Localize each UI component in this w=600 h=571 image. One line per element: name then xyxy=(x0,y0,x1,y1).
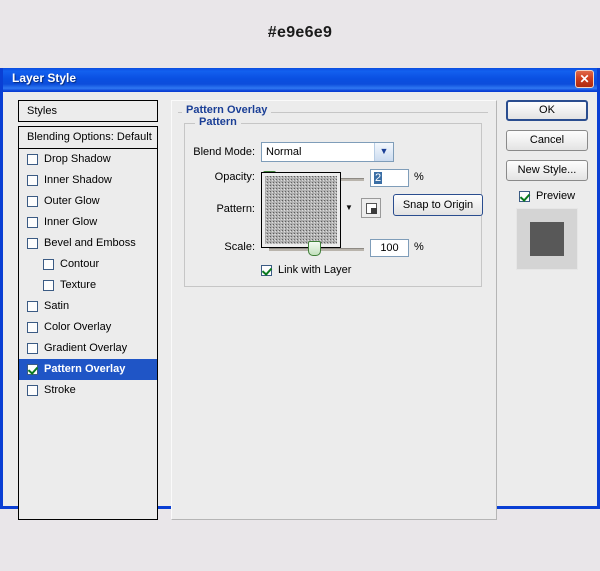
style-row[interactable]: Color Overlay xyxy=(19,317,157,338)
style-row[interactable]: Satin xyxy=(19,296,157,317)
new-style-button[interactable]: New Style... xyxy=(506,160,588,181)
style-row[interactable]: Drop Shadow xyxy=(19,149,157,170)
style-row-label: Bevel and Emboss xyxy=(44,237,136,249)
styles-panel: Styles Blending Options: Default Drop Sh… xyxy=(18,100,158,520)
style-row[interactable]: Contour xyxy=(19,254,157,275)
style-checkbox[interactable] xyxy=(27,196,38,207)
pattern-swatch[interactable] xyxy=(261,172,341,248)
chevron-down-icon[interactable]: ▼ xyxy=(374,143,393,161)
style-row[interactable]: Outer Glow xyxy=(19,191,157,212)
style-row-label: Inner Shadow xyxy=(44,174,112,186)
snap-to-origin-button[interactable]: Snap to Origin xyxy=(393,194,483,216)
link-with-layer-row[interactable]: Link with Layer xyxy=(261,264,351,276)
page-title: #e9e6e9 xyxy=(267,24,333,41)
section-title: Pattern Overlay xyxy=(182,104,272,116)
cancel-button[interactable]: Cancel xyxy=(506,130,588,151)
blend-mode-select[interactable]: Normal ▼ xyxy=(261,142,394,162)
link-with-layer-checkbox[interactable] xyxy=(261,264,272,276)
pattern-swatch-image xyxy=(265,176,337,244)
style-checkbox[interactable] xyxy=(27,175,38,186)
dialog-buttons: OK Cancel New Style... Preview xyxy=(506,100,588,270)
style-checkbox[interactable] xyxy=(27,385,38,396)
styles-header: Styles xyxy=(18,100,158,122)
style-checkbox[interactable] xyxy=(27,154,38,165)
style-row-label: Drop Shadow xyxy=(44,153,111,165)
style-rows-container: Drop Shadow Inner Shadow Outer Glow Inner G… xyxy=(19,149,157,401)
style-row[interactable]: Texture xyxy=(19,275,157,296)
style-row-label: Inner Glow xyxy=(44,216,98,228)
style-row-label: Stroke xyxy=(44,384,76,396)
pattern-dropdown-icon[interactable]: ▼ xyxy=(343,201,355,215)
style-row[interactable]: Gradient Overlay xyxy=(19,338,157,359)
style-row-label: Color Overlay xyxy=(44,321,112,333)
scale-label: Scale: xyxy=(224,241,255,253)
style-row[interactable]: Pattern Overlay xyxy=(19,359,157,380)
opacity-unit: % xyxy=(414,171,424,183)
scale-input[interactable]: 100 xyxy=(370,239,409,257)
link-with-layer-label: Link with Layer xyxy=(278,264,352,276)
pattern-overlay-panel: Pattern Overlay Pattern Blend Mode: Norm… xyxy=(171,100,497,520)
close-icon[interactable]: ✕ xyxy=(575,70,594,88)
blend-mode-label: Blend Mode: xyxy=(193,146,255,158)
style-checkbox[interactable] xyxy=(27,364,38,375)
styles-header-label: Styles xyxy=(27,105,57,117)
style-row-label: Gradient Overlay xyxy=(44,342,128,354)
new-preset-button[interactable] xyxy=(361,198,381,218)
opacity-value: 2 xyxy=(374,172,383,184)
style-checkbox[interactable] xyxy=(27,343,38,354)
ok-button[interactable]: OK xyxy=(506,100,588,121)
style-checkbox[interactable] xyxy=(27,301,38,312)
scale-value: 100 xyxy=(380,242,399,254)
preview-thumbnail xyxy=(516,208,578,270)
style-row[interactable]: Stroke xyxy=(19,380,157,401)
pattern-groupbox: Pattern Blend Mode: Normal ▼ Opacity: 2 … xyxy=(184,116,483,287)
blending-options-row[interactable]: Blending Options: Default xyxy=(19,127,157,149)
style-checkbox[interactable] xyxy=(27,238,38,249)
new-preset-icon xyxy=(366,203,377,214)
layer-style-dialog: Layer Style ✕ Styles Blending Options: D… xyxy=(0,68,600,520)
style-checkbox[interactable] xyxy=(43,280,54,291)
preview-label: Preview xyxy=(535,190,576,202)
style-checkbox[interactable] xyxy=(27,322,38,333)
dialog-title: Layer Style xyxy=(12,71,77,85)
opacity-input[interactable]: 2 xyxy=(370,169,409,187)
preview-row[interactable]: Preview xyxy=(506,190,588,202)
blending-options-label: Blending Options: Default xyxy=(27,131,152,143)
style-row-label: Contour xyxy=(60,258,100,270)
opacity-label: Opacity: xyxy=(214,171,255,183)
group-title: Pattern xyxy=(195,116,241,128)
style-row-label: Outer Glow xyxy=(44,195,100,207)
dialog-titlebar: Layer Style ✕ xyxy=(3,68,597,92)
style-row-label: Texture xyxy=(60,279,97,291)
dialog-body: Styles Blending Options: Default Drop Sh… xyxy=(3,92,597,520)
style-row[interactable]: Bevel and Emboss xyxy=(19,233,157,254)
style-row-label: Satin xyxy=(44,300,70,312)
preview-square xyxy=(530,222,564,256)
pattern-label: Pattern: xyxy=(216,203,255,215)
blend-mode-value: Normal xyxy=(266,146,302,158)
style-checkbox[interactable] xyxy=(27,217,38,228)
preview-checkbox[interactable] xyxy=(518,190,530,202)
style-checkbox[interactable] xyxy=(43,259,54,270)
scale-slider-thumb[interactable] xyxy=(308,241,321,256)
styles-list[interactable]: Blending Options: Default Drop Shadow Inn… xyxy=(18,126,158,520)
scale-unit: % xyxy=(414,241,424,253)
style-row[interactable]: Inner Shadow xyxy=(19,170,157,191)
style-row[interactable]: Inner Glow xyxy=(19,212,157,233)
style-row-label: Pattern Overlay xyxy=(44,363,126,375)
